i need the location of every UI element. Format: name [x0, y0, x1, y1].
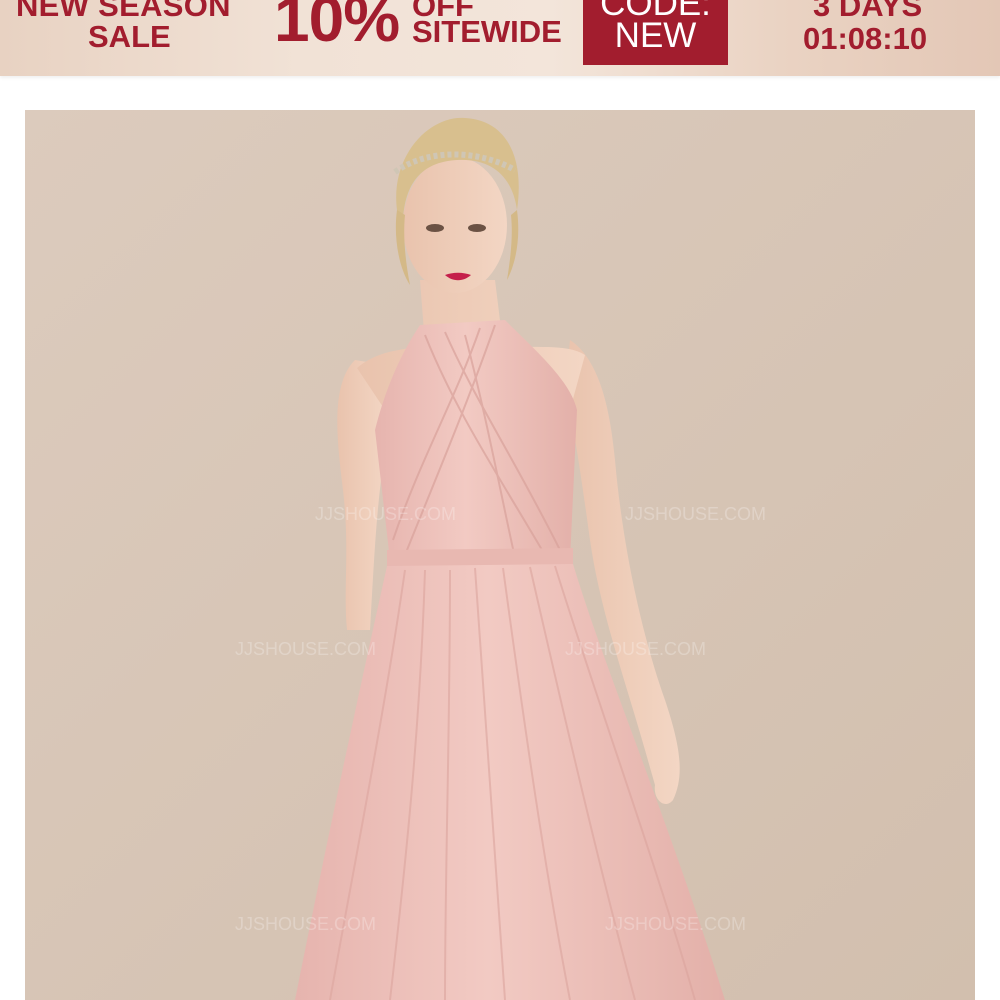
promo-title-line2: SALE — [88, 19, 171, 54]
promo-code-badge[interactable]: CODE: NEW — [583, 0, 728, 65]
dress-photo-illustration: JJSHOUSE.COM JJSHOUSE.COM JJSHOUSE.COM J… — [25, 110, 975, 1000]
sitewide-label: SITEWIDE — [412, 14, 562, 49]
watermark-text: JJSHOUSE.COM — [565, 639, 706, 659]
promo-code-value: NEW — [614, 16, 697, 55]
countdown-timer: 01:08:10 — [803, 21, 928, 56]
watermark-text: JJSHOUSE.COM — [625, 504, 766, 524]
promo-banner[interactable]: NEW SEASON SALE 10% OFF SITEWIDE CODE: N… — [0, 0, 1000, 76]
discount-percent: 10% — [274, 0, 400, 55]
watermark-text: JJSHOUSE.COM — [235, 639, 376, 659]
watermark-text: JJSHOUSE.COM — [235, 914, 376, 934]
watermark-text: JJSHOUSE.COM — [315, 504, 456, 524]
product-image[interactable]: JJSHOUSE.COM JJSHOUSE.COM JJSHOUSE.COM J… — [25, 110, 975, 1000]
watermark-text: JJSHOUSE.COM — [605, 914, 746, 934]
